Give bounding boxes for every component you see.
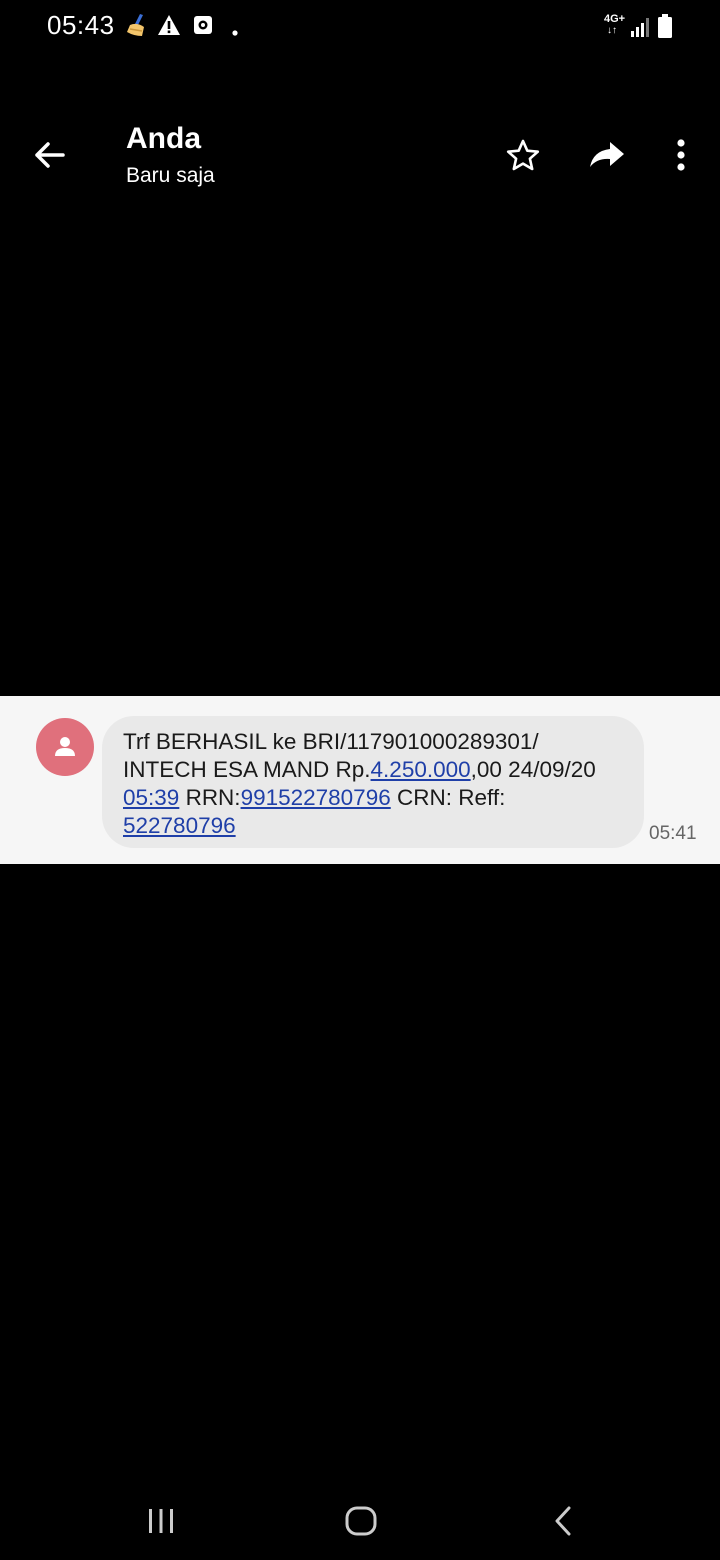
contact-avatar[interactable] — [36, 718, 94, 776]
person-icon — [55, 737, 75, 756]
signal-icon — [630, 16, 650, 43]
navigation-bar — [0, 1480, 720, 1560]
media-icon — [193, 15, 213, 40]
more-options-button[interactable] — [658, 132, 704, 178]
back-icon — [555, 1506, 571, 1536]
warning-icon — [157, 14, 181, 41]
rrn-link[interactable]: 991522780796 — [241, 785, 391, 810]
nav-back-button[interactable] — [540, 1500, 586, 1542]
message-timestamp: 05:41 — [649, 823, 697, 844]
cleaner-icon — [124, 12, 150, 43]
battery-icon — [658, 14, 672, 43]
dot-icon — [232, 23, 238, 41]
back-button[interactable] — [26, 132, 72, 178]
time-link[interactable]: 05:39 — [123, 785, 179, 810]
amount-link[interactable]: 4.250.000 — [371, 757, 471, 782]
message-text: Trf BERHASIL ke BRI/117901000289301/ INT… — [123, 728, 634, 840]
more-vert-icon — [677, 139, 685, 171]
star-button[interactable] — [500, 132, 546, 178]
reff-link[interactable]: 522780796 — [123, 813, 236, 838]
crn-label: CRN: Reff: — [390, 785, 506, 810]
forward-button[interactable] — [584, 132, 630, 178]
home-button[interactable] — [336, 1500, 386, 1542]
rrn-label: RRN: — [179, 785, 241, 810]
message-text-part: ,00 24/09/20 — [470, 757, 596, 782]
message-line: INTECH ESA MAND Rp. — [123, 757, 371, 782]
conversation-subtitle: Baru saja — [126, 164, 215, 187]
app-header: Anda Baru saja — [0, 54, 720, 187]
recent-apps-icon — [149, 1509, 173, 1533]
back-arrow-icon — [35, 142, 65, 168]
network-type: 4G+ — [604, 13, 626, 25]
status-bar: 05:43 4G+ ↓↑ — [0, 0, 720, 54]
star-icon — [506, 139, 540, 171]
home-icon — [345, 1506, 377, 1536]
message-bubble[interactable]: Trf BERHASIL ke BRI/117901000289301/ INT… — [102, 716, 644, 848]
network-arrows-icon: ↓↑ — [607, 25, 617, 36]
recent-apps-button[interactable] — [136, 1500, 186, 1542]
message-line: Trf BERHASIL ke BRI/117901000289301/ — [123, 729, 539, 754]
status-time: 05:43 — [47, 10, 115, 40]
conversation-title: Anda — [126, 122, 201, 155]
forward-icon — [590, 142, 624, 167]
